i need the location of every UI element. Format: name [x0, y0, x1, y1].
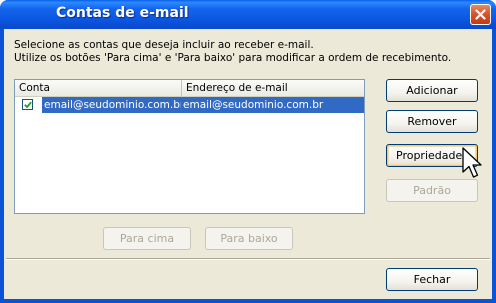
mouse-pointer-icon	[462, 147, 482, 178]
default-button[interactable]: Padrão	[386, 179, 478, 202]
account-checkbox[interactable]	[22, 99, 33, 110]
checkmark-icon	[24, 101, 32, 109]
remove-button[interactable]: Remover	[386, 110, 478, 133]
instructions: Selecione as contas que deseja incluir a…	[14, 39, 451, 65]
accounts-list[interactable]: Conta Endereço de e-mail email@seudomini…	[14, 79, 365, 214]
list-header: Conta Endereço de e-mail	[15, 80, 364, 97]
move-down-button-label: Para baixo	[220, 232, 278, 245]
close-icon	[475, 9, 486, 20]
account-email-cell[interactable]: email@seudominio.com.br	[181, 97, 364, 113]
window-title: Contas de e-mail	[56, 5, 189, 21]
column-header-email[interactable]: Endereço de e-mail	[182, 80, 364, 96]
table-row[interactable]: email@seudominio.com.br... email@seudomi…	[15, 97, 364, 113]
add-button[interactable]: Adicionar	[386, 79, 478, 102]
dialog-body: Selecione as contas que deseja incluir a…	[4, 29, 492, 299]
dialog-window: Contas de e-mail Selecione as contas que…	[0, 0, 496, 303]
instruction-line-2: Utilize os botões 'Para cima' e 'Para ba…	[14, 52, 452, 64]
instruction-line-1: Selecione as contas que deseja incluir a…	[14, 39, 314, 51]
title-bar[interactable]: Contas de e-mail	[0, 0, 496, 29]
close-button[interactable]: Fechar	[386, 268, 478, 291]
default-button-label: Padrão	[413, 184, 451, 197]
add-button-label: Adicionar	[406, 84, 458, 97]
properties-button-label: Propriedades	[396, 149, 468, 162]
close-window-button[interactable]	[470, 4, 491, 25]
remove-button-label: Remover	[407, 115, 457, 128]
close-button-label: Fechar	[413, 273, 451, 286]
account-name-cell[interactable]: email@seudominio.com.br...	[42, 97, 181, 113]
move-up-button[interactable]: Para cima	[103, 227, 191, 250]
move-down-button[interactable]: Para baixo	[205, 227, 293, 250]
separator	[6, 258, 490, 260]
column-header-account[interactable]: Conta	[15, 80, 182, 96]
move-up-button-label: Para cima	[119, 232, 175, 245]
